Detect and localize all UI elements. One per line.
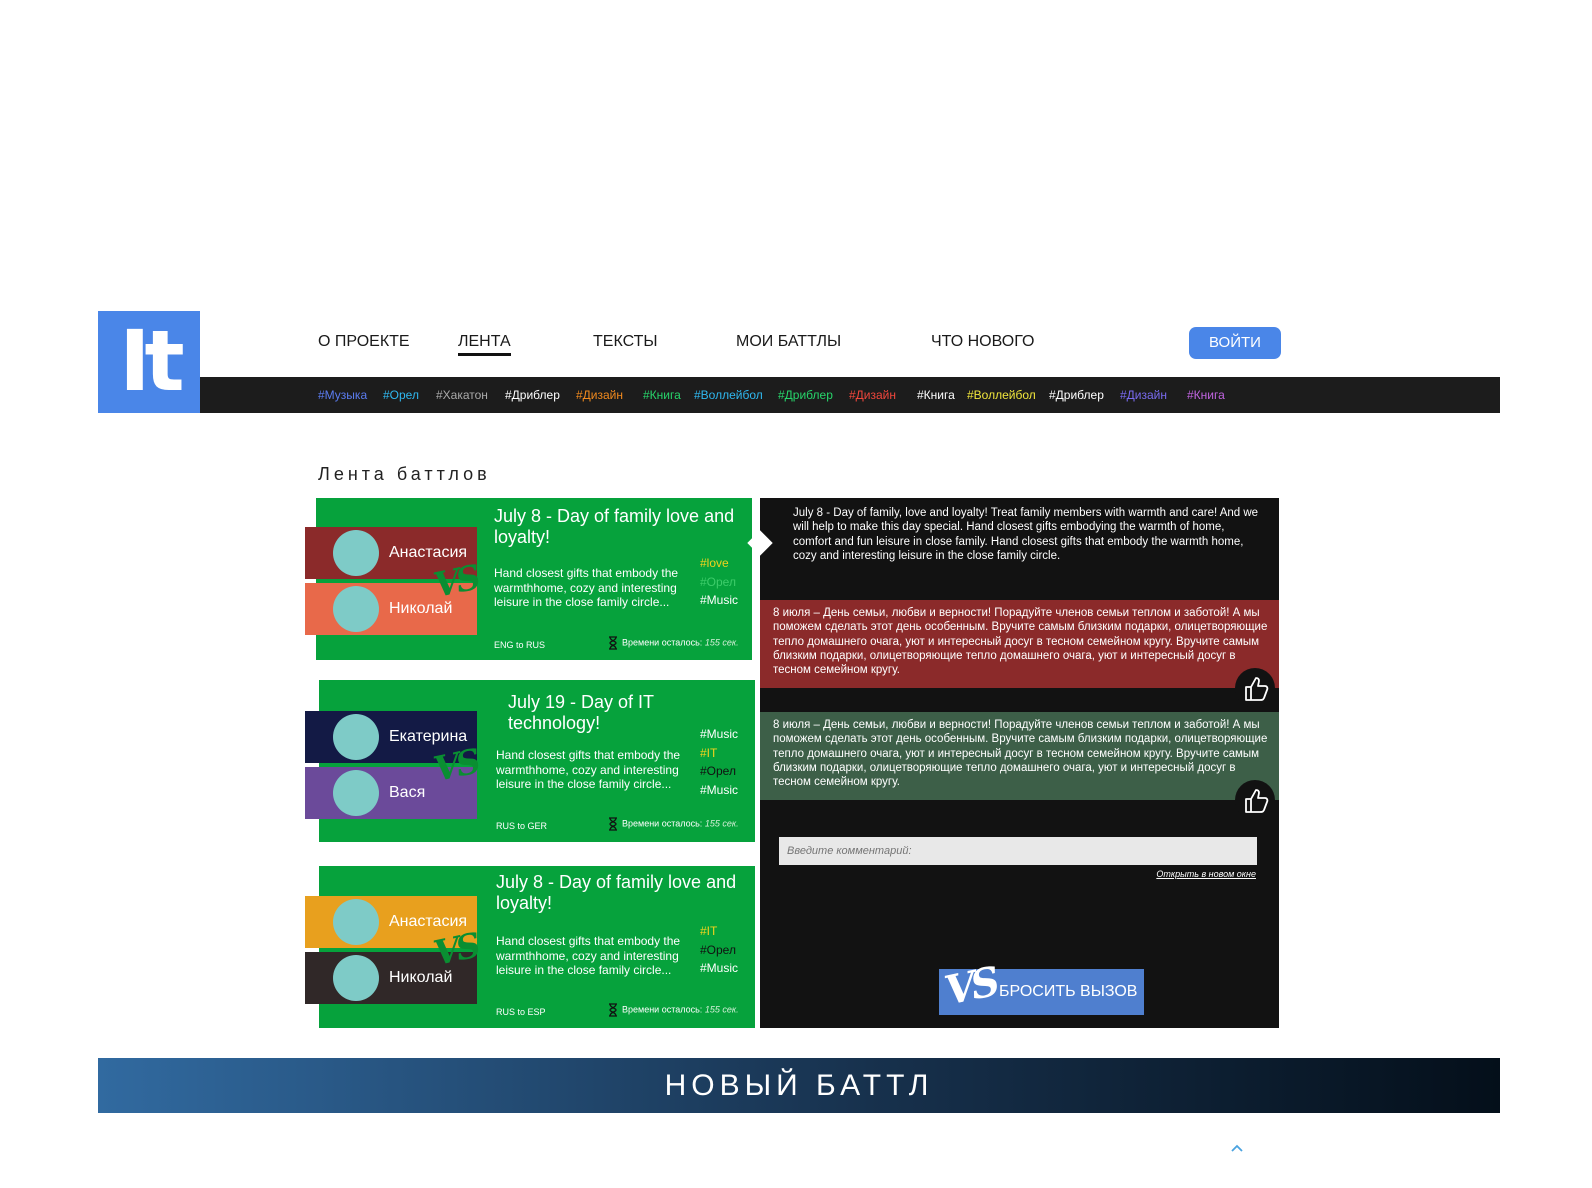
- feed-title: Лента баттлов: [318, 464, 491, 484]
- battle-tags: #Music #IT #Орел #Music: [700, 725, 738, 799]
- nav-item-texts[interactable]: ТЕКСТЫ: [593, 333, 658, 351]
- tag[interactable]: #Орел: [383, 377, 419, 413]
- tag[interactable]: #Книга: [917, 377, 955, 413]
- nav-item-feed[interactable]: ЛЕНТА: [458, 333, 511, 356]
- battle-tag[interactable]: #Music: [700, 781, 738, 800]
- timer-value: 155 сек.: [704, 1004, 739, 1015]
- avatar: [333, 530, 379, 576]
- battle-tag[interactable]: #Music: [700, 591, 738, 610]
- battle-description: Hand closest gifts that embody the warmt…: [496, 748, 681, 791]
- banner-title: НОВЫЙ БАТТЛ: [664, 1069, 934, 1102]
- nav-item-my-battles[interactable]: МОИ БАТТЛЫ: [736, 333, 841, 351]
- login-button[interactable]: ВОЙТИ: [1189, 327, 1281, 359]
- tag[interactable]: #Дизайн: [849, 377, 896, 413]
- new-battle-banner[interactable]: НОВЫЙ БАТТЛ: [98, 1058, 1500, 1113]
- timer: Времени осталось: 155 сек.: [608, 817, 739, 831]
- avatar: [333, 586, 379, 632]
- tag[interactable]: #Книга: [1187, 377, 1225, 413]
- chevron-up-icon: [1231, 1144, 1243, 1152]
- language-pair: RUS to ESP: [496, 1007, 546, 1017]
- battle-description: Hand closest gifts that embody the warmt…: [494, 566, 679, 609]
- battle-tags: #love #Орел #Music: [700, 554, 738, 610]
- hourglass-icon: [609, 817, 617, 831]
- tag[interactable]: #Дриблер: [505, 377, 560, 413]
- avatar: [333, 899, 379, 945]
- logo[interactable]: It: [98, 311, 200, 413]
- tag[interactable]: #Дриблер: [1049, 377, 1104, 413]
- original-text: July 8 - Day of family, love and loyalty…: [793, 507, 1259, 562]
- tag[interactable]: #Дизайн: [1120, 377, 1167, 413]
- logo-text: It: [119, 312, 184, 410]
- battle-tag[interactable]: #IT: [700, 744, 738, 763]
- hourglass-icon: [609, 1003, 617, 1017]
- battle-title: July 8 - Day of family love and loyalty!: [496, 872, 737, 913]
- nav-item-about[interactable]: О ПРОЕКТЕ: [318, 333, 410, 351]
- timer-label: Времени осталось:: [622, 818, 703, 829]
- avatar: [333, 714, 379, 760]
- tag[interactable]: #Воллейбол: [694, 377, 763, 413]
- like-button[interactable]: [1235, 668, 1275, 708]
- comment-input[interactable]: [779, 837, 1257, 865]
- like-button[interactable]: [1235, 780, 1275, 820]
- thumbs-up-icon: [1245, 789, 1269, 813]
- tag[interactable]: #Дизайн: [576, 377, 623, 413]
- translation-text: 8 июля – День семьи, любви и верности! П…: [773, 719, 1268, 789]
- nav-item-whats-new[interactable]: ЧТО НОВОГО: [931, 333, 1034, 351]
- avatar: [333, 955, 379, 1001]
- thumbs-up-icon: [1245, 677, 1269, 701]
- battle-tag[interactable]: #love: [700, 554, 738, 573]
- language-pair: RUS to GER: [496, 821, 548, 831]
- tag[interactable]: #Книга: [643, 377, 681, 413]
- timer-value: 155 сек.: [704, 637, 739, 648]
- battle-description: Hand closest gifts that embody the warmt…: [496, 934, 681, 977]
- battle-title: July 8 - Day of family love and loyalty!: [494, 506, 735, 547]
- timer: Времени осталось: 155 сек.: [608, 1003, 739, 1017]
- battle-card[interactable]: July 8 - Day of family love and loyalty!…: [316, 498, 752, 660]
- timer-value: 155 сек.: [704, 818, 739, 829]
- tag[interactable]: #Хакатон: [436, 377, 488, 413]
- battle-tag[interactable]: #Орел: [700, 941, 738, 960]
- battle-tags: #IT #Орел #Music: [700, 922, 738, 978]
- avatar: [333, 770, 379, 816]
- tag[interactable]: #Музыка: [318, 377, 367, 413]
- scroll-to-top-button[interactable]: [1229, 1140, 1245, 1156]
- battle-tag[interactable]: #Орел: [700, 762, 738, 781]
- battle-tag[interactable]: #Орел: [700, 573, 738, 592]
- battle-detail-panel: July 8 - Day of family, love and loyalty…: [747, 498, 1279, 1028]
- translation-block: 8 июля – День семьи, любви и верности! П…: [760, 712, 1279, 820]
- open-new-window-link[interactable]: Открыть в новом окне: [1156, 869, 1256, 879]
- battle-tag[interactable]: #Music: [700, 959, 738, 978]
- timer: Времени осталось: 155 сек.: [608, 636, 739, 650]
- timer-label: Времени осталось:: [622, 637, 703, 648]
- language-pair: ENG to RUS: [494, 640, 546, 650]
- challenge-button[interactable]: VS БРОСИТЬ ВЫЗОВ: [939, 958, 1144, 1015]
- vs-icon: VS: [940, 958, 1000, 1015]
- tag[interactable]: #Дриблер: [778, 377, 833, 413]
- tag-bar: #Музыка #Орел #Хакатон #Дриблер #Дизайн …: [200, 377, 1500, 413]
- challenge-label: БРОСИТЬ ВЫЗОВ: [999, 983, 1138, 1000]
- battle-tag[interactable]: #Music: [700, 725, 738, 744]
- timer-label: Времени осталось:: [622, 1004, 703, 1015]
- translation-block: 8 июля – День семьи, любви и верности! П…: [760, 600, 1279, 708]
- battle-tag[interactable]: #IT: [700, 922, 738, 941]
- player-name: Вася: [389, 784, 426, 801]
- hourglass-icon: [609, 636, 617, 650]
- translation-text: 8 июля – День семьи, любви и верности! П…: [773, 607, 1268, 677]
- tag[interactable]: #Воллейбол: [967, 377, 1036, 413]
